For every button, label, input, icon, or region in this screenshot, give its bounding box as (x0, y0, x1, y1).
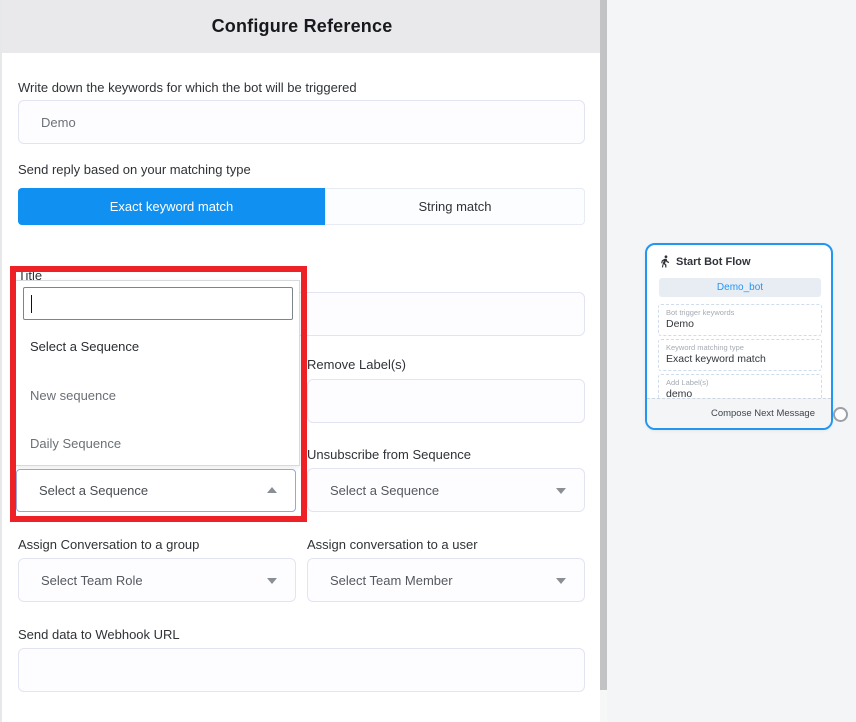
unsubscribe-sequence-select[interactable]: Select a Sequence (307, 468, 585, 512)
caret-down-icon (556, 488, 566, 494)
flow-row-value: Exact keyword match (666, 353, 814, 366)
flow-row-label: Bot trigger keywords (666, 308, 814, 318)
page-title: Configure Reference (212, 16, 393, 37)
remove-labels-label: Remove Label(s) (307, 357, 406, 372)
caret-down-icon (267, 578, 277, 584)
subscribe-sequence-value: Select a Sequence (39, 483, 148, 498)
assign-user-label: Assign conversation to a user (307, 537, 478, 552)
keywords-input[interactable] (18, 100, 585, 144)
form-area: Configure Reference Write down the keywo… (0, 0, 600, 722)
flow-row-matching-type[interactable]: Keyword matching type Exact keyword matc… (658, 339, 822, 371)
sequence-option-select-a-sequence[interactable]: Select a Sequence (30, 339, 139, 354)
bot-name-pill[interactable]: Demo_bot (659, 278, 821, 297)
tab-exact-keyword-match[interactable]: Exact keyword match (18, 188, 325, 225)
scrollbar-thumb[interactable] (600, 0, 607, 690)
keywords-label: Write down the keywords for which the bo… (18, 80, 357, 95)
unsubscribe-sequence-value: Select a Sequence (330, 483, 439, 498)
dialog-header: Configure Reference (2, 0, 602, 53)
flow-row-label: Keyword matching type (666, 343, 814, 353)
caret-down-icon (556, 578, 566, 584)
assign-group-label: Assign Conversation to a group (18, 537, 199, 552)
subscribe-sequence-select[interactable]: Select a Sequence (16, 469, 296, 512)
flow-row-trigger-keywords[interactable]: Bot trigger keywords Demo (658, 304, 822, 336)
assign-group-value: Select Team Role (41, 573, 143, 588)
sequence-option-new-sequence[interactable]: New sequence (30, 388, 116, 403)
flow-row-value: Demo (666, 318, 814, 331)
flow-card-header: Start Bot Flow (660, 255, 751, 268)
walking-person-icon (660, 255, 671, 268)
bot-flow-canvas: Start Bot Flow Demo_bot Bot trigger keyw… (607, 0, 856, 722)
compose-next-message-label: Compose Next Message (711, 408, 815, 419)
tab-string-match[interactable]: String match (325, 188, 585, 225)
assign-group-select[interactable]: Select Team Role (18, 558, 296, 602)
flow-card-title: Start Bot Flow (676, 256, 751, 268)
flow-card-rows: Bot trigger keywords Demo Keyword matchi… (658, 304, 822, 409)
sequence-search-input[interactable] (23, 287, 293, 320)
start-bot-flow-node[interactable]: Start Bot Flow Demo_bot Bot trigger keyw… (645, 243, 833, 430)
caret-up-icon (267, 487, 277, 493)
matching-type-label: Send reply based on your matching type (18, 162, 251, 177)
sequence-option-daily-sequence[interactable]: Daily Sequence (30, 436, 121, 451)
assign-user-select[interactable]: Select Team Member (307, 558, 585, 602)
remove-labels-input[interactable] (307, 379, 585, 423)
unsubscribe-sequence-label: Unsubscribe from Sequence (307, 447, 471, 462)
configure-reference-screen: Configure Reference Write down the keywo… (0, 0, 856, 722)
text-cursor (31, 295, 32, 313)
flow-row-label: Add Label(s) (666, 378, 814, 388)
sequence-dropdown-panel: Select a Sequence New sequence Daily Seq… (14, 280, 300, 466)
webhook-url-input[interactable] (18, 648, 585, 692)
scrollbar-track[interactable] (600, 0, 607, 722)
connection-handle[interactable] (833, 407, 848, 422)
assign-user-value: Select Team Member (330, 573, 453, 588)
compose-next-message-bar: Compose Next Message (647, 398, 831, 428)
matching-type-tabs: Exact keyword match String match (18, 188, 585, 225)
webhook-url-label: Send data to Webhook URL (18, 627, 180, 642)
